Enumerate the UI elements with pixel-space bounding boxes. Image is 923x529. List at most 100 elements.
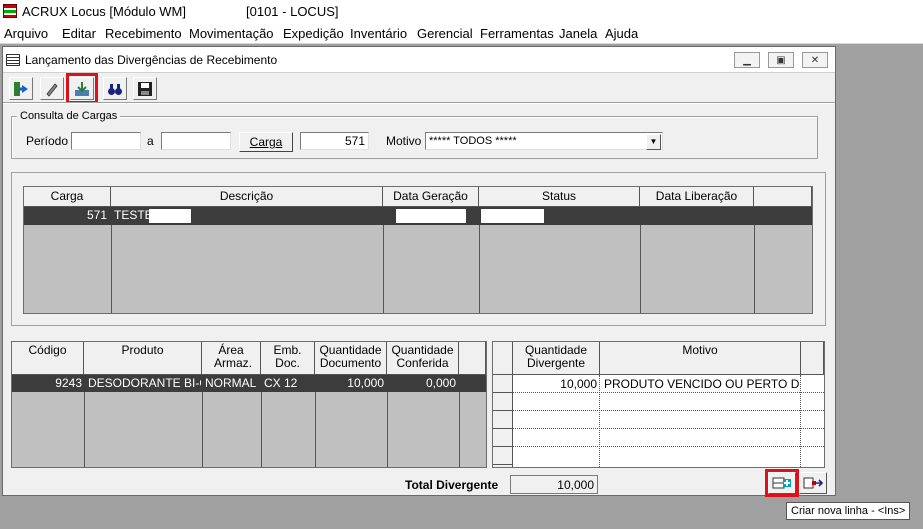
motivo-selected-value: ***** TODOS ***** bbox=[429, 135, 517, 147]
row-divider bbox=[513, 410, 824, 411]
menu-gerencial[interactable]: Gerencial bbox=[417, 26, 473, 41]
col-header-qtd-conf[interactable]: Quantidade Conferida bbox=[387, 342, 459, 375]
minimize-button[interactable]: ▁ bbox=[734, 52, 760, 68]
close-button[interactable]: ✕ bbox=[802, 52, 828, 68]
col-header-blank bbox=[459, 342, 486, 375]
col-header-qtd-divergente[interactable]: Quantidade Divergente bbox=[513, 342, 600, 375]
motivo-select[interactable]: ***** TODOS ***** ▼ bbox=[425, 132, 663, 150]
cell-area: NORMAL bbox=[205, 376, 257, 390]
exit-icon bbox=[14, 81, 28, 96]
table-row-selected[interactable]: 571 TESTE bbox=[24, 207, 812, 225]
menu-expedicao[interactable]: Expedição bbox=[283, 26, 344, 41]
restore-icon: ▣ bbox=[776, 54, 786, 66]
menu-editar[interactable]: Editar bbox=[62, 26, 96, 41]
cell-status bbox=[481, 209, 544, 223]
app-logo-icon bbox=[3, 4, 17, 18]
total-divergente-value: 10,000 bbox=[510, 475, 598, 494]
window-title-bar: Lançamento das Divergências de Recebimen… bbox=[3, 47, 835, 73]
col-header-blank bbox=[801, 342, 824, 375]
col-divider bbox=[800, 375, 801, 467]
col-header-data-liberacao[interactable]: Data Liberação bbox=[640, 187, 754, 207]
cell-qtd-conf: 0,000 bbox=[425, 376, 456, 390]
menu-janela[interactable]: Janela bbox=[559, 26, 597, 41]
col-header-emb[interactable]: Emb. Doc. bbox=[261, 342, 315, 375]
col-header-qtd-doc[interactable]: Quantidade Documento bbox=[315, 342, 387, 375]
col-divider bbox=[479, 225, 480, 313]
col-header-motivo[interactable]: Motivo bbox=[600, 342, 801, 375]
app-title: ACRUX Locus [Módulo WM] bbox=[22, 4, 186, 19]
col-divider bbox=[640, 225, 641, 313]
restore-button[interactable]: ▣ bbox=[768, 52, 794, 68]
periodo-from-input[interactable] bbox=[71, 132, 141, 150]
table-row-selected[interactable]: 9243 DESODORANTE BI-O F NORMAL CX 12 10,… bbox=[12, 375, 486, 392]
row-headers bbox=[493, 375, 513, 467]
consulta-cargas-label: Consulta de Cargas bbox=[17, 110, 121, 122]
col-header-descricao[interactable]: Descrição bbox=[111, 187, 383, 207]
carga-number-input[interactable]: 571 bbox=[300, 132, 369, 150]
cell-codigo: 9243 bbox=[55, 376, 82, 390]
divergencias-window: Lançamento das Divergências de Recebimen… bbox=[2, 46, 836, 497]
col-divider bbox=[84, 392, 85, 467]
cell-data-geracao bbox=[396, 209, 466, 223]
periodo-to-input[interactable] bbox=[161, 132, 231, 150]
toolbar bbox=[3, 73, 835, 104]
col-divider bbox=[383, 225, 384, 313]
col-header-produto[interactable]: Produto bbox=[84, 342, 202, 375]
cargas-grid[interactable]: Carga Descrição Data Geração Status Data… bbox=[23, 186, 813, 314]
menu-arquivo[interactable]: Arquivo bbox=[4, 26, 48, 41]
save-button[interactable] bbox=[133, 77, 157, 100]
col-header-codigo[interactable]: Código bbox=[12, 342, 84, 375]
menu-bar: Arquivo Editar Recebimento Movimentação … bbox=[0, 22, 923, 44]
tooltip: Criar nova linha - <Ins> bbox=[786, 502, 911, 520]
cell-carga: 571 bbox=[86, 208, 107, 222]
menu-ferramentas[interactable]: Ferramentas bbox=[480, 26, 554, 41]
cell-descricao: TESTE bbox=[114, 208, 153, 222]
menu-inventario[interactable]: Inventário bbox=[350, 26, 407, 41]
edit-pencil-icon bbox=[46, 82, 58, 97]
col-divider bbox=[111, 225, 112, 313]
col-header-blank bbox=[754, 187, 812, 207]
delete-row-icon bbox=[803, 477, 823, 489]
divergencia-grid[interactable]: Quantidade Divergente Motivo 10,000 PROD… bbox=[492, 341, 825, 468]
col-divider bbox=[202, 392, 203, 467]
cell-produto: DESODORANTE BI-O F bbox=[88, 376, 201, 390]
cell-qtd-doc: 10,000 bbox=[347, 376, 384, 390]
binoculars-search-icon bbox=[108, 83, 122, 95]
import-button[interactable] bbox=[66, 73, 98, 104]
col-header-status[interactable]: Status bbox=[479, 187, 640, 207]
cell-qtd-divergente[interactable]: 10,000 bbox=[513, 376, 597, 392]
row-divider bbox=[513, 392, 824, 393]
col-divider bbox=[754, 225, 755, 313]
col-divider bbox=[599, 375, 600, 467]
cell-emb: CX 12 bbox=[264, 376, 298, 390]
col-divider bbox=[459, 392, 460, 467]
row-divider bbox=[513, 446, 824, 447]
menu-movimentacao[interactable]: Movimentação bbox=[189, 26, 274, 41]
menu-ajuda[interactable]: Ajuda bbox=[605, 26, 638, 41]
carga-button[interactable]: Carga bbox=[239, 132, 293, 152]
col-divider bbox=[315, 392, 316, 467]
row-header-corner bbox=[493, 342, 513, 375]
col-header-area[interactable]: Área Armaz. bbox=[202, 342, 261, 375]
motivo-label: Motivo bbox=[386, 134, 422, 148]
col-header-carga[interactable]: Carga bbox=[24, 187, 111, 207]
col-header-data-geracao[interactable]: Data Geração bbox=[383, 187, 479, 207]
add-row-button[interactable] bbox=[765, 469, 799, 497]
menu-recebimento[interactable]: Recebimento bbox=[105, 26, 182, 41]
search-button[interactable] bbox=[103, 77, 127, 100]
produtos-grid[interactable]: Código Produto Área Armaz. Emb. Doc. Qua… bbox=[11, 341, 487, 468]
cell-motivo[interactable]: PRODUTO VENCIDO OU PERTO DO VE bbox=[604, 376, 800, 392]
delete-row-button[interactable] bbox=[799, 472, 827, 494]
exit-button[interactable] bbox=[9, 77, 33, 100]
col-divider bbox=[261, 392, 262, 467]
minimize-icon: ▁ bbox=[743, 54, 751, 66]
toolbar-separator bbox=[3, 102, 835, 104]
save-disk-icon bbox=[138, 81, 152, 96]
chevron-down-icon[interactable]: ▼ bbox=[646, 134, 661, 150]
col-divider bbox=[387, 392, 388, 467]
close-icon: ✕ bbox=[810, 54, 820, 66]
app-company: [0101 - LOCUS] bbox=[246, 4, 339, 19]
window-title: Lançamento das Divergências de Recebimen… bbox=[25, 53, 278, 67]
edit-button[interactable] bbox=[40, 77, 64, 100]
total-divergente-label: Total Divergente bbox=[405, 478, 499, 492]
